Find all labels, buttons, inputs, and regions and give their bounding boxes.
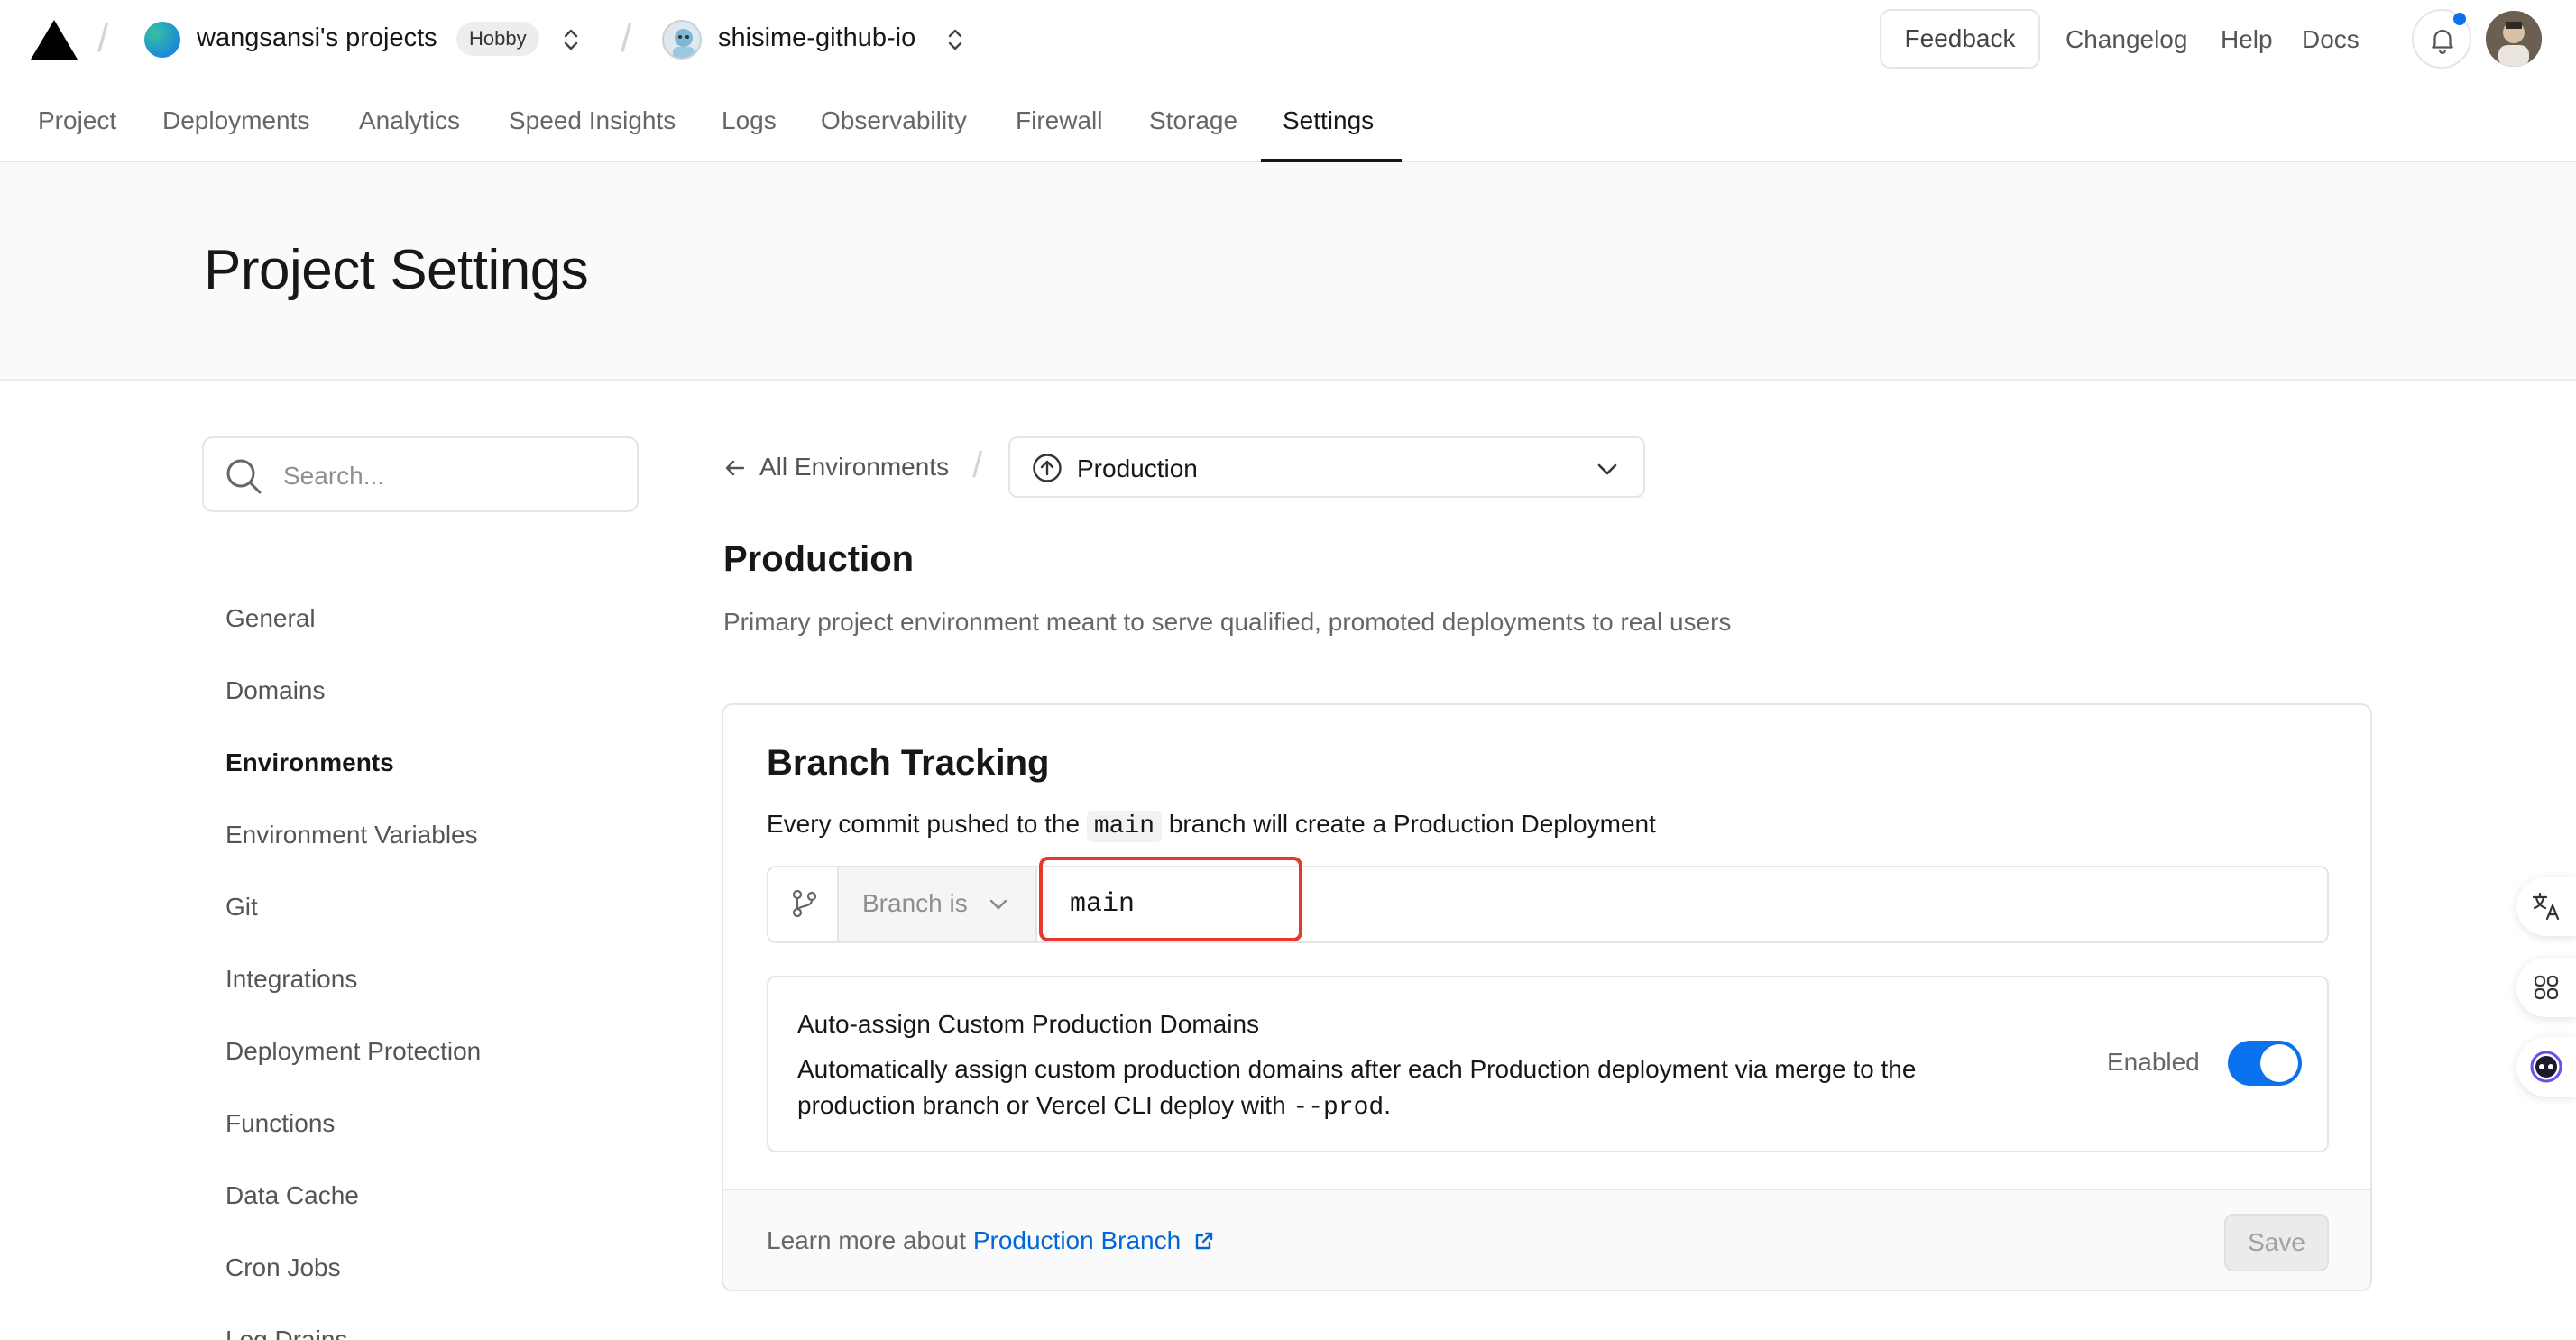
divider-slash: /	[621, 16, 632, 60]
team-name[interactable]: wangsansi's projects	[197, 23, 437, 53]
branch-condition-label: Branch is	[862, 889, 968, 917]
project-avatar[interactable]	[662, 20, 702, 60]
assistant-widget-button[interactable]	[2516, 1037, 2576, 1097]
toggle-knob	[2260, 1044, 2298, 1082]
assistant-face-icon	[2530, 1051, 2562, 1083]
tab-analytics[interactable]: Analytics	[359, 106, 460, 135]
sidebar-item-data-cache[interactable]: Data Cache	[225, 1181, 359, 1210]
command-icon	[2534, 975, 2559, 1000]
branch-icon-box	[768, 867, 839, 941]
project-name[interactable]: shisime-github-io	[718, 23, 915, 53]
branch-input-highlight	[1039, 857, 1302, 941]
production-branch-link[interactable]: Production Branch	[973, 1226, 1181, 1254]
tab-storage[interactable]: Storage	[1149, 106, 1237, 135]
auto-assign-desc-line2: production branch or Vercel CLI deploy w…	[797, 1091, 1286, 1119]
description-suffix: branch will create a Production Deployme…	[1168, 810, 1656, 838]
sidebar-item-deployment-protection[interactable]: Deployment Protection	[225, 1037, 481, 1066]
sidebar-item-general[interactable]: General	[225, 604, 316, 633]
prod-flag-code: --prod	[1293, 1094, 1385, 1122]
project-avatar-icon	[673, 29, 695, 58]
settings-search	[202, 436, 639, 512]
tab-firewall[interactable]: Firewall	[1016, 106, 1102, 135]
auto-assign-desc-line1: Automatically assign custom production d…	[797, 1055, 1917, 1083]
sidebar-item-domains[interactable]: Domains	[225, 676, 325, 705]
translate-icon	[2532, 892, 2560, 921]
auto-assign-title: Auto-assign Custom Production Domains	[797, 1010, 1260, 1038]
branch-rule-row: Branch is main	[767, 866, 2329, 943]
project-tabs: Project Deployments Analytics Speed Insi…	[0, 94, 2576, 162]
bell-icon	[2432, 30, 2453, 54]
sidebar-item-environments[interactable]: Environments	[225, 748, 394, 777]
divider-slash: /	[97, 16, 109, 60]
tab-deployments[interactable]: Deployments	[162, 106, 309, 135]
environment-select-value: Production	[1077, 454, 1198, 482]
project-switcher-chevron-icon[interactable]	[945, 25, 965, 54]
chevron-down-icon	[1597, 463, 1617, 475]
card-footer: Learn more about Production Branch Save	[723, 1189, 2370, 1290]
save-button[interactable]: Save	[2224, 1214, 2329, 1271]
environment-select[interactable]: Production	[1008, 436, 1645, 498]
help-link[interactable]: Help	[2221, 25, 2273, 54]
section-description: Primary project environment meant to ser…	[723, 608, 1732, 636]
auto-assign-desc-end: .	[1384, 1091, 1392, 1119]
tab-logs[interactable]: Logs	[722, 106, 777, 135]
sidebar-item-functions[interactable]: Functions	[225, 1109, 335, 1138]
branch-tracking-title: Branch Tracking	[767, 743, 1050, 783]
page-title: Project Settings	[204, 239, 589, 301]
feedback-button[interactable]: Feedback	[1880, 9, 2040, 69]
auto-assign-toggle[interactable]	[2228, 1041, 2302, 1086]
sidebar-item-environment-variables[interactable]: Environment Variables	[225, 821, 478, 849]
external-link-icon[interactable]	[1193, 1230, 1215, 1252]
tab-settings[interactable]: Settings	[1283, 106, 1374, 135]
sidebar-item-integrations[interactable]: Integrations	[225, 965, 357, 994]
sidebar-item-git[interactable]: Git	[225, 893, 258, 922]
branch-tracking-card: Branch Tracking Every commit pushed to t…	[722, 703, 2372, 1291]
sidebar-item-log-drains[interactable]: Log Drains	[225, 1326, 347, 1340]
production-arrow-up-icon	[1033, 454, 1062, 482]
toggle-status-label: Enabled	[2107, 1048, 2200, 1076]
user-avatar[interactable]	[2486, 11, 2542, 67]
branch-tracking-description: Every commit pushed to the main branch w…	[767, 810, 1656, 842]
notification-dot	[2452, 11, 2468, 27]
sidebar-item-cron-jobs[interactable]: Cron Jobs	[225, 1253, 341, 1282]
search-icon	[226, 459, 262, 494]
all-environments-link[interactable]: All Environments	[759, 453, 949, 482]
breadcrumb-divider: /	[972, 445, 983, 485]
top-bar: / wangsansi's projects Hobby / shisime-g…	[0, 0, 2576, 79]
tab-speed-insights[interactable]: Speed Insights	[509, 106, 676, 135]
team-avatar[interactable]	[144, 22, 180, 58]
team-switcher-chevron-icon[interactable]	[561, 25, 581, 54]
user-avatar-icon	[2486, 11, 2542, 67]
auto-assign-domains-box: Auto-assign Custom Production Domains Au…	[767, 976, 2329, 1152]
page-header: Project Settings	[0, 162, 2576, 381]
branch-condition-select[interactable]: Branch is	[839, 867, 1037, 941]
branch-code: main	[1086, 811, 1163, 842]
search-input[interactable]	[283, 456, 617, 496]
tab-observability[interactable]: Observability	[821, 106, 967, 135]
translate-widget-button[interactable]	[2516, 877, 2576, 936]
plan-badge: Hobby	[456, 22, 539, 56]
docs-link[interactable]: Docs	[2302, 25, 2360, 54]
learn-more-prefix: Learn more about	[767, 1226, 967, 1254]
chevron-down-icon	[989, 899, 1007, 910]
tab-project[interactable]: Project	[38, 106, 116, 135]
back-arrow-icon[interactable]	[722, 454, 749, 482]
git-branch-icon	[792, 889, 817, 918]
auto-assign-description: Automatically assign custom production d…	[797, 1051, 2042, 1126]
command-widget-button[interactable]	[2516, 958, 2576, 1017]
changelog-link[interactable]: Changelog	[2065, 25, 2187, 54]
vercel-logo-icon[interactable]	[31, 20, 78, 60]
description-prefix: Every commit pushed to the	[767, 810, 1081, 838]
learn-more-text: Learn more about Production Branch	[767, 1226, 1215, 1255]
section-title: Production	[723, 539, 915, 579]
